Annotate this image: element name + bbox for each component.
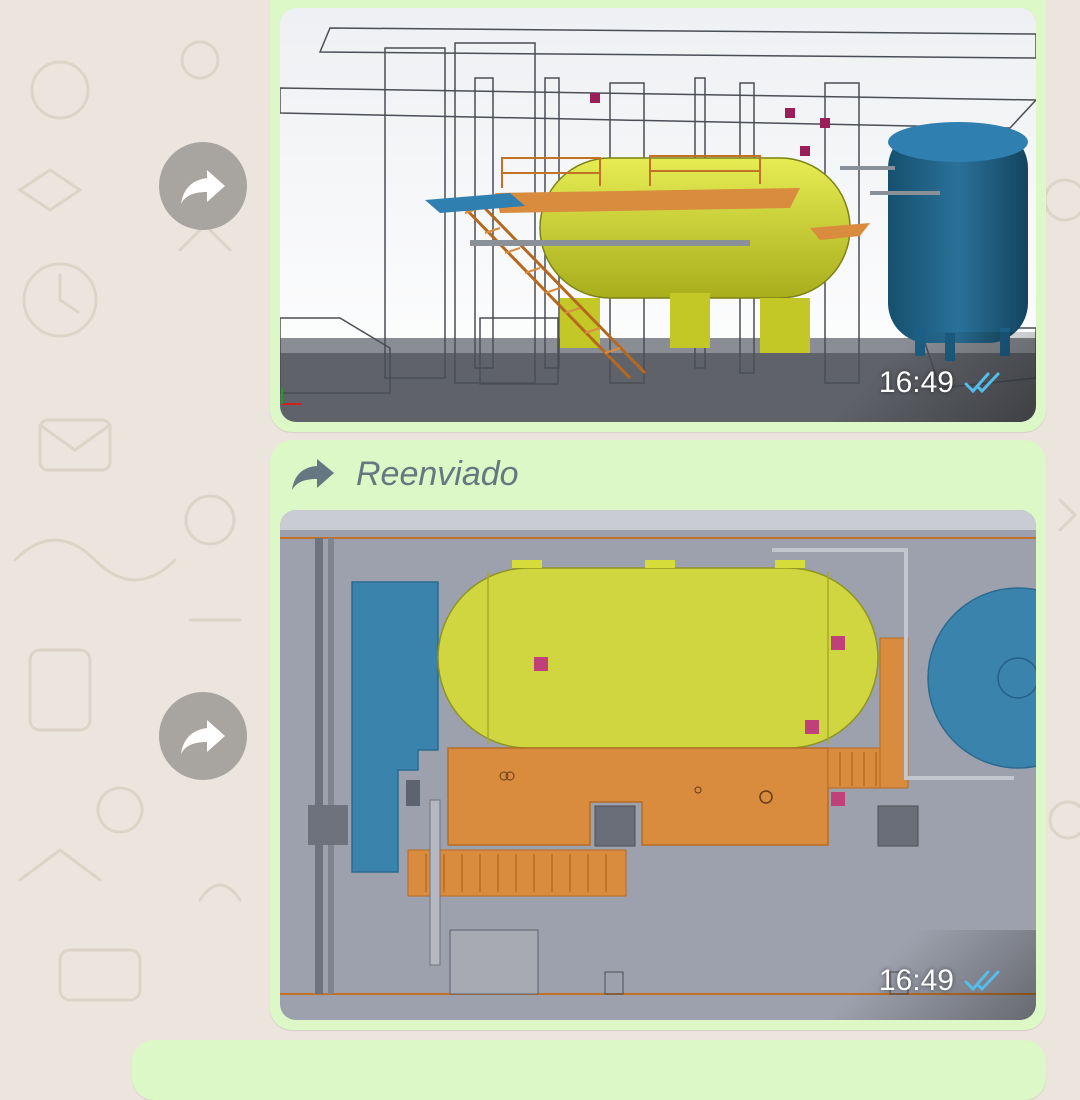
image-attachment[interactable]: 16:49 [280, 8, 1036, 422]
message-time: 16:49 [878, 366, 954, 399]
forwarded-indicator: Reenviado [290, 454, 519, 494]
forward-arrow-icon [181, 170, 225, 204]
message-meta: 16:49 [879, 964, 1006, 998]
forward-arrow-icon [181, 720, 225, 754]
forward-button[interactable] [159, 692, 247, 780]
message-bubble[interactable] [132, 1040, 1046, 1100]
image-attachment[interactable]: 16:49 [280, 510, 1036, 1020]
double-check-read-icon [964, 372, 1000, 394]
message-bubble[interactable]: Reenviado 16:49 [270, 440, 1046, 1030]
forwarded-arrow-icon [292, 459, 334, 490]
message-meta: 16:49 [879, 366, 1006, 400]
forward-button[interactable] [159, 142, 247, 230]
forwarded-label: Reenviado [356, 454, 519, 493]
message-time: 16:49 [878, 964, 954, 997]
message-bubble[interactable]: 16:49 [270, 0, 1046, 432]
double-check-read-icon [964, 970, 1000, 992]
